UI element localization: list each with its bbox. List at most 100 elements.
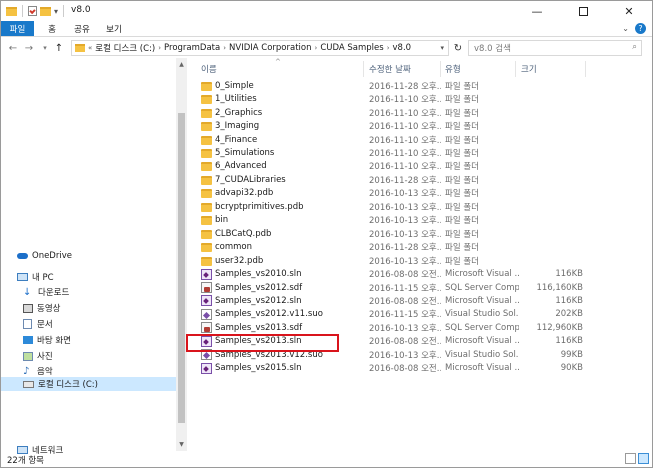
table-row[interactable]: common 2016-11-28 오후... 파일 폴더 xyxy=(197,240,652,254)
file-name-cell[interactable]: 2_Graphics xyxy=(201,106,366,120)
table-row[interactable]: 0_Simple 2016-11-28 오후... 파일 폴더 xyxy=(197,79,652,93)
column-header-name[interactable]: 이름 xyxy=(201,61,361,77)
breadcrumb-programdata[interactable]: ProgramData xyxy=(164,43,220,53)
maximize-button[interactable] xyxy=(560,1,606,21)
file-name-cell[interactable]: Samples_vs2012.sln xyxy=(201,294,366,308)
nav-item-pictures[interactable]: 사진 xyxy=(1,349,176,363)
table-row[interactable]: 1_Utilities 2016-11-10 오후... 파일 폴더 xyxy=(197,92,652,106)
file-name: common xyxy=(215,242,253,253)
breadcrumb-cuda-samples[interactable]: CUDA Samples xyxy=(320,43,383,53)
customize-toolbar-icon[interactable]: ▾ xyxy=(54,7,58,16)
recent-locations-button[interactable]: ▾ xyxy=(39,41,51,55)
file-name-cell[interactable]: 3_Imaging xyxy=(201,119,366,133)
address-dropdown-icon[interactable]: ▾ xyxy=(440,44,444,52)
nav-item-videos[interactable]: 동영상 xyxy=(1,301,176,315)
refresh-button[interactable]: ↻ xyxy=(451,40,465,56)
explorer-window: ▾ v8.0 — ✕ 파일 홈 공유 보기 ⌄ ? ← → ▾ ↑ « 로컬 디… xyxy=(0,0,653,468)
window-controls: — ✕ xyxy=(514,1,652,21)
table-row[interactable]: 2_Graphics 2016-11-10 오후... 파일 폴더 xyxy=(197,106,652,120)
file-name-cell[interactable]: Samples_vs2015.sln xyxy=(201,361,366,375)
column-header-size[interactable]: 크기 xyxy=(521,61,581,77)
file-size xyxy=(493,146,583,160)
file-name-cell[interactable]: 1_Utilities xyxy=(201,92,366,106)
close-button[interactable]: ✕ xyxy=(606,1,652,21)
breadcrumb-v8[interactable]: v8.0 xyxy=(393,43,412,53)
file-name-cell[interactable]: bcryptprimitives.pdb xyxy=(201,200,366,214)
file-name-cell[interactable]: user32.pdb xyxy=(201,254,366,268)
file-name-cell[interactable]: 7_CUDALibraries xyxy=(201,173,366,187)
help-icon[interactable]: ? xyxy=(635,23,646,34)
file-name-cell[interactable]: CLBCatQ.pdb xyxy=(201,227,366,241)
tab-file[interactable]: 파일 xyxy=(1,21,34,36)
file-name: Samples_vs2015.sln xyxy=(215,363,302,374)
breadcrumb-local-disk[interactable]: 로컬 디스크 (C:) xyxy=(95,42,155,54)
file-name-cell[interactable]: Samples_vs2010.sln xyxy=(201,267,366,281)
table-row[interactable]: bin 2016-10-13 오후... 파일 폴더 xyxy=(197,214,652,228)
file-size xyxy=(493,187,583,201)
back-button[interactable]: ← xyxy=(7,41,19,55)
table-row[interactable]: Samples_vs2012.v11.suo 2016-11-15 오후... Vi… xyxy=(197,308,652,322)
table-row[interactable]: 4_Finance 2016-11-10 오후... 파일 폴더 xyxy=(197,133,652,147)
details-view-icon[interactable] xyxy=(625,453,636,464)
scroll-up-icon[interactable]: ▲ xyxy=(177,60,186,69)
file-name: Samples_vs2012.v11.suo xyxy=(215,309,323,320)
table-row[interactable]: CLBCatQ.pdb 2016-10-13 오후... 파일 폴더 xyxy=(197,227,652,241)
nav-item-local-disk[interactable]: 로컬 디스크 (C:) xyxy=(1,377,176,391)
file-name-cell[interactable]: Samples_vs2013.sdf xyxy=(201,321,366,335)
scrollbar-thumb[interactable] xyxy=(178,113,185,423)
file-name-cell[interactable]: 5_Simulations xyxy=(201,146,366,160)
expand-ribbon-icon[interactable]: ⌄ xyxy=(622,24,629,33)
table-row[interactable]: Samples_vs2012.sln 2016-08-08 오전... Micros… xyxy=(197,294,652,308)
column-header-date[interactable]: 수정한 날짜 xyxy=(369,61,441,77)
nav-item-desktop[interactable]: 바탕 화면 xyxy=(1,333,176,347)
table-row[interactable]: Samples_vs2010.sln 2016-08-08 오전... Micros… xyxy=(197,267,652,281)
nav-item-documents[interactable]: 문서 xyxy=(1,317,176,331)
tab-share[interactable]: 공유 xyxy=(69,21,95,36)
file-name-cell[interactable]: 6_Advanced xyxy=(201,160,366,174)
overflow-chevron[interactable]: « xyxy=(88,44,92,52)
item-count: 22개 항목 xyxy=(7,456,44,466)
table-row[interactable]: Samples_vs2012.sdf 2016-11-15 오후... SQL Se… xyxy=(197,281,652,295)
file-name-cell[interactable]: 0_Simple xyxy=(201,79,366,93)
breadcrumb-nvidia[interactable]: NVIDIA Corporation xyxy=(229,43,311,53)
nav-item-music[interactable]: ♪ 음악 xyxy=(1,364,176,378)
table-row[interactable]: Samples_vs2015.sln 2016-08-08 오전... Micros… xyxy=(197,361,652,375)
new-folder-icon[interactable] xyxy=(40,6,51,16)
folder-icon xyxy=(201,95,212,105)
table-row[interactable]: advapi32.pdb 2016-10-13 오후... 파일 폴더 xyxy=(197,187,652,201)
table-row[interactable]: 7_CUDALibraries 2016-11-28 오후... 파일 폴더 xyxy=(197,173,652,187)
file-name-cell[interactable]: common xyxy=(201,240,366,254)
file-size xyxy=(493,79,583,93)
table-row[interactable]: 6_Advanced 2016-11-10 오후... 파일 폴더 xyxy=(197,160,652,174)
scroll-down-icon[interactable]: ▼ xyxy=(177,440,186,449)
large-icons-view-icon[interactable] xyxy=(638,453,649,464)
nav-item-this-pc[interactable]: 내 PC xyxy=(1,270,176,284)
desktop-icon xyxy=(23,336,33,344)
table-row[interactable]: Samples_vs2013.sdf 2016-10-13 오후... SQL Se… xyxy=(197,321,652,335)
file-name-cell[interactable]: 4_Finance xyxy=(201,133,366,147)
minimize-button[interactable]: — xyxy=(514,1,560,21)
file-name-cell[interactable]: Samples_vs2012.sdf xyxy=(201,281,366,295)
nav-scrollbar[interactable]: ▲ ▼ xyxy=(176,58,187,451)
file-name: 3_Imaging xyxy=(215,121,260,132)
sdf-icon xyxy=(201,282,212,293)
table-row[interactable]: 3_Imaging 2016-11-10 오후... 파일 폴더 xyxy=(197,119,652,133)
table-row[interactable]: user32.pdb 2016-10-13 오후... 파일 폴더 xyxy=(197,254,652,268)
file-name-cell[interactable]: Samples_vs2012.v11.suo xyxy=(201,308,366,322)
table-row[interactable]: 5_Simulations 2016-11-10 오후... 파일 폴더 xyxy=(197,146,652,160)
table-row[interactable]: bcryptprimitives.pdb 2016-10-13 오후... 파일 폴… xyxy=(197,200,652,214)
file-name: advapi32.pdb xyxy=(215,188,274,199)
up-button[interactable]: ↑ xyxy=(53,41,65,55)
nav-item-onedrive[interactable]: OneDrive xyxy=(1,249,176,263)
search-input[interactable]: v8.0 검색 ⌕ xyxy=(468,40,642,56)
file-name-cell[interactable]: advapi32.pdb xyxy=(201,187,366,201)
properties-icon[interactable] xyxy=(28,6,37,16)
tab-view[interactable]: 보기 xyxy=(101,21,127,36)
file-name-cell[interactable]: bin xyxy=(201,214,366,228)
forward-button[interactable]: → xyxy=(23,41,35,55)
nav-item-downloads[interactable]: ↓ 다운로드 xyxy=(1,285,176,299)
sln-icon xyxy=(201,295,212,307)
address-field[interactable]: « 로컬 디스크 (C:) › ProgramData › NVIDIA Cor… xyxy=(71,40,449,56)
tab-home[interactable]: 홈 xyxy=(41,21,63,36)
column-header-type[interactable]: 유형 xyxy=(445,61,515,77)
